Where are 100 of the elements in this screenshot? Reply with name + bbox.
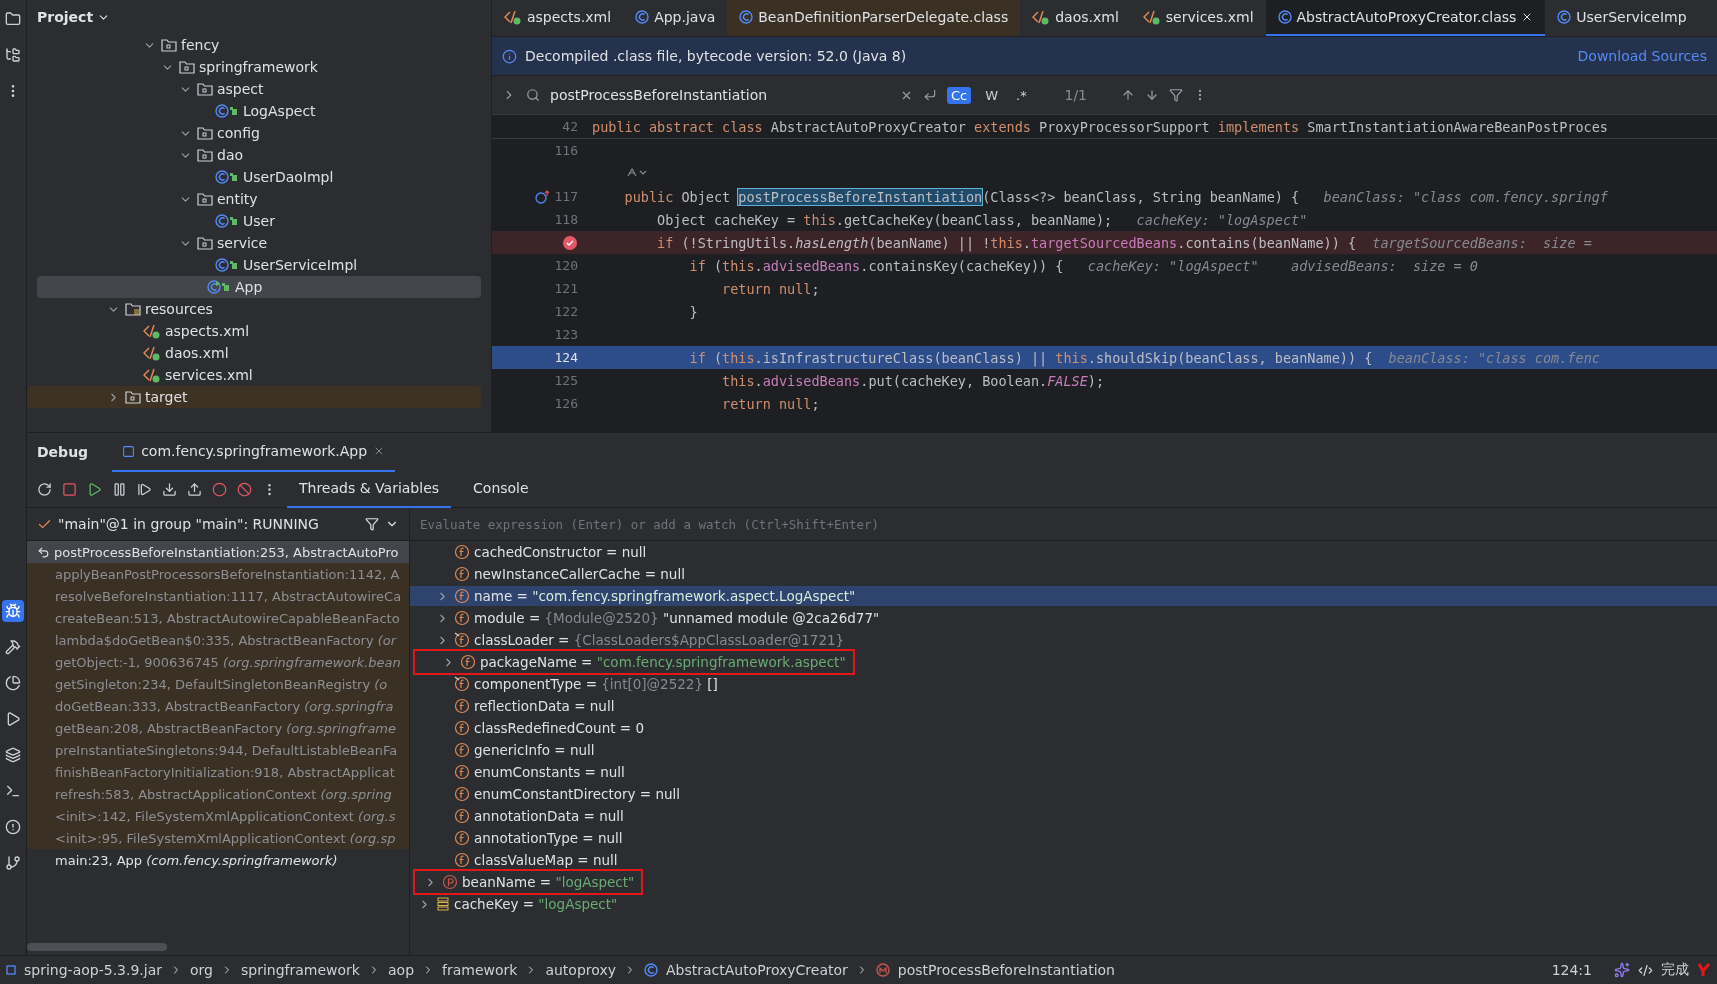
tree-item[interactable]: aspect [27,78,481,100]
stack-frame[interactable]: getObject:-1, 900636745 (org.springframework.bean [27,651,409,673]
tree-item[interactable]: config [27,122,481,144]
override-icon[interactable] [534,189,551,204]
line-number: 117 [554,189,578,204]
pause-icon[interactable] [112,481,127,497]
stack-frame[interactable]: <init>:95, FileSystemXmlApplicationContext (org.sp [27,827,409,849]
stack-frame[interactable]: postProcessBeforeInstantiation:253, AbstractAutoPro [27,541,409,563]
variable-item[interactable]: classLoader = {ClassLoaders$AppClassLoader@1721} [410,630,1717,650]
breadcrumb[interactable]: postProcessBeforeInstantiation [897,962,1115,978]
sparkle-icon[interactable] [1614,962,1630,978]
parameter-icon [442,874,458,890]
tree-item[interactable]: springframework [27,56,481,78]
tree-item[interactable]: dao [27,144,481,166]
stack-frame[interactable]: getSingleton:234, DefaultSingletonBeanRegistry (o [27,673,409,695]
debug-tab[interactable]: Console [461,470,541,508]
stack-frame[interactable]: doGetBean:333, AbstractBeanFactory (org.springfra [27,695,409,717]
bug-icon[interactable] [2,600,24,622]
stack-frame[interactable]: finishBeanFactoryInitialization:918, AbstractApplicat [27,761,409,783]
variable-item[interactable]: newInstanceCallerCache = null [410,564,1717,584]
variable-item[interactable]: annotationData = null [410,806,1717,826]
variable-item[interactable]: cachedConstructor = null [410,542,1717,562]
download-sources-link[interactable]: Download Sources [1577,48,1707,64]
breadcrumb[interactable]: autoproxy [545,962,616,978]
tree-item[interactable]: aspects.xml [27,320,481,342]
variable-item[interactable]: module = {Module@2520} "unnamed module @2ca26d77" [410,608,1717,628]
step-over-icon[interactable] [137,481,152,497]
tree-item[interactable]: App [37,276,481,298]
rerun-icon[interactable] [37,481,52,497]
stack-frame[interactable]: main:23, App (com.fency.springframework) [27,849,409,871]
resume-icon[interactable] [87,481,102,497]
filter-icon[interactable] [1168,88,1183,102]
thread-selector[interactable]: "main"@1 in group "main": RUNNING [58,516,359,532]
newline-icon[interactable] [923,88,937,102]
tree-item[interactable]: UserServiceImpl [27,254,481,276]
variable-item[interactable]: classValueMap = null [410,850,1717,870]
variable-item[interactable]: beanName = "logAspect" [416,872,641,892]
stack-frame[interactable]: refresh:583, AbstractApplicationContext (org.spring [27,783,409,805]
match-case-toggle[interactable]: Cc [947,86,972,104]
tree-item[interactable]: services.xml [27,364,481,386]
breadcrumb[interactable]: aop [388,962,414,978]
tree-item[interactable]: resources [27,298,481,320]
editor-tab[interactable]: daos.xml [1020,0,1131,36]
mute-breakpoints-icon[interactable] [237,481,252,497]
variable-item[interactable]: packageName = "com.fency.springframework.aspect" [416,652,852,672]
search-field[interactable]: postProcessBeforeInstantiation [550,87,890,103]
session-tab[interactable]: com.fency.springframework.App [112,432,396,472]
words-toggle[interactable]: W [981,86,1003,104]
step-into-icon[interactable] [162,481,177,497]
folder-icon [197,236,213,250]
breadcrumb[interactable]: spring-aop-5.3.9.jar [24,962,163,978]
editor-tab[interactable]: BeanDefinitionParserDelegate.class [727,0,1021,36]
editor-tab[interactable]: App.java [623,0,728,36]
window-icon [122,444,136,458]
variable-item[interactable]: cacheKey = "logAspect" [410,894,1717,914]
breadcrumb[interactable]: framework [442,962,518,978]
variable-item[interactable]: enumConstants = null [410,762,1717,782]
tree-item[interactable]: service [27,232,481,254]
breakpoints-icon[interactable] [212,481,227,497]
stack-frame[interactable]: createBean:513, AbstractAutowireCapableBeanFacto [27,607,409,629]
stack-frame[interactable]: resolveBeforeInstantiation:1117, AbstractAutowireCa [27,585,409,607]
search-icon[interactable] [526,88,540,102]
tree-item[interactable]: entity [27,188,481,210]
stack-frame[interactable]: getBean:208, AbstractBeanFactory (org.springframe [27,717,409,739]
tree-item[interactable]: fency [27,34,481,56]
editor-tab[interactable]: aspects.xml [492,0,624,36]
line-number: 122 [554,304,578,319]
stop-icon[interactable] [62,481,77,497]
editor-tab[interactable]: UserServiceImp [1545,0,1699,36]
stack-frame[interactable]: lambda$doGetBean$0:335, AbstractBeanFactory (or [27,629,409,651]
variable-item[interactable]: annotationType = null [410,828,1717,848]
variable-item[interactable]: name = "com.fency.springframework.aspect.LogAspect" [410,586,1717,606]
variable-item[interactable]: reflectionData = null [410,696,1717,716]
step-out-icon[interactable] [187,481,202,497]
line-number: 120 [554,258,578,273]
stack-frame[interactable]: applyBeanPostProcessorsBeforeInstantiation:1142, A [27,563,409,585]
stack-frame[interactable]: preInstantiateSingletons:944, DefaultListableBeanFa [27,739,409,761]
breakpoint-icon[interactable] [562,234,578,251]
variable-item[interactable]: genericInfo = null [410,740,1717,760]
variable-item[interactable]: enumConstantDirectory = null [410,784,1717,804]
cursor-position[interactable]: 124:1 [1551,962,1592,978]
regex-toggle[interactable]: .* [1012,86,1031,104]
tree-item[interactable]: daos.xml [27,342,481,364]
panel-title[interactable]: Project [37,9,94,25]
tree-item[interactable]: target [27,386,481,408]
stack-frame[interactable]: <init>:142, FileSystemXmlApplicationContext (org.s [27,805,409,827]
class-icon [635,10,650,24]
tree-item[interactable]: UserDaoImpl [27,166,481,188]
variable-item[interactable]: componentType = {int[0]@2522} [] [410,674,1717,694]
scrollbar-thumb[interactable] [27,943,167,951]
variable-item[interactable]: classRedefinedCount = 0 [410,718,1717,738]
assistant-status[interactable]: 完成 [1661,961,1689,979]
editor-tab[interactable]: services.xml [1130,0,1266,36]
breadcrumb[interactable]: org [190,962,213,978]
breadcrumb[interactable]: springframework [241,962,360,978]
tree-item[interactable]: User [27,210,481,232]
editor-tab[interactable]: AbstractAutoProxyCreator.class [1265,0,1546,36]
tree-item[interactable]: LogAspect [27,100,481,122]
reader-mode-icon[interactable] [626,166,648,179]
breadcrumb[interactable]: AbstractAutoProxyCreator [665,962,848,978]
